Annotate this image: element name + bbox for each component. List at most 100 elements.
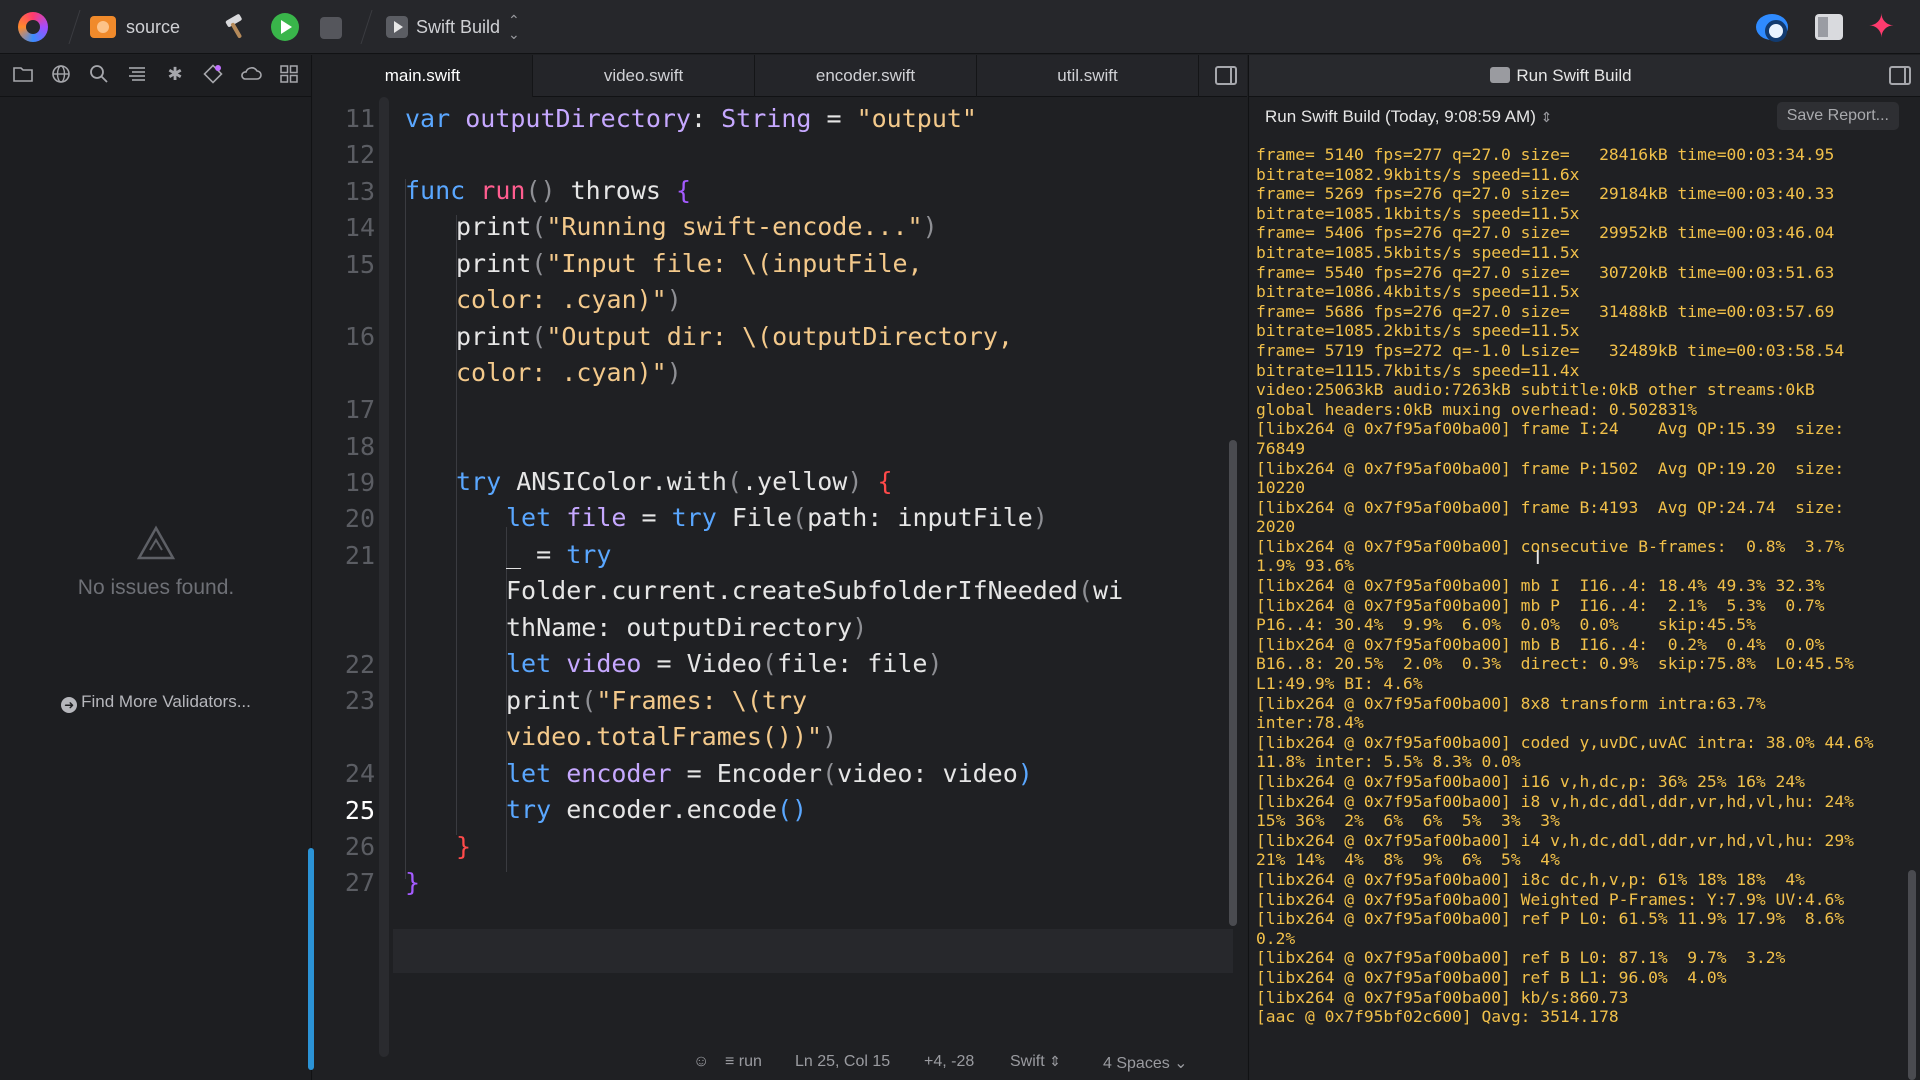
tab-main-swift[interactable]: main.swift — [313, 55, 533, 97]
console-line: bitrate=1085.2kbits/s speed=11.5x — [1256, 321, 1580, 341]
code-line-21: _ = try — [506, 540, 612, 569]
console-line: L1:49.9% BI: 4.6% — [1256, 674, 1423, 694]
sparkle-icon[interactable]: ✦ — [1868, 10, 1895, 42]
code-line-16-wrap: color: .cyan)") — [456, 358, 682, 387]
split-editor-icon[interactable] — [1215, 66, 1237, 85]
grid-icon[interactable] — [278, 63, 300, 85]
console-line: bitrate=1082.9kbits/s speed=11.6x — [1256, 164, 1580, 184]
cursor-position[interactable]: Ln 25, Col 15 — [795, 1053, 890, 1071]
empty-state: No issues found. — [0, 525, 312, 600]
project-name: source — [126, 16, 181, 37]
language-selector[interactable]: Swift ⇕ — [1010, 1053, 1061, 1071]
console-line: 1.9% 93.6% — [1256, 556, 1355, 576]
line-number-gutter: 11 12 13 14 15 16 17 18 19 20 21 22 23 24 25 26 27 — [308, 97, 375, 1080]
find-more-validators-link[interactable]: ➜ Find More Validators... — [0, 692, 312, 713]
toolbar: source Swift Build ⌃ ⌄ ✦ — [0, 0, 1920, 54]
line-number: 20 — [344, 504, 375, 534]
console-line: 21% 14% 4% 8% 9% 6% 5% 4% — [1256, 850, 1560, 870]
smiley-icon[interactable]: ☺ — [693, 1053, 709, 1071]
line-number: 19 — [344, 468, 375, 497]
layout-panel-icon[interactable] — [1815, 14, 1843, 40]
tab-video-swift[interactable]: video.swift — [533, 55, 755, 97]
tab-encoder-swift[interactable]: encoder.swift — [755, 55, 977, 97]
console-line: 0.2% — [1256, 928, 1296, 948]
console-line: [libx264 @ 0x7f95af00ba00] coded y,uvDC,… — [1256, 732, 1874, 752]
run-selector[interactable]: Run Swift Build (Today, 9:08:59 AM) ⇕ — [1265, 107, 1552, 127]
no-issues-message: No issues found. — [77, 576, 235, 599]
console-header: Run Swift Build (Today, 9:08:59 AM) ⇕ Sa… — [1249, 97, 1920, 137]
console-panel: Run Swift Build Run Swift Build (Today, … — [1248, 55, 1920, 1080]
toolbar-divider — [68, 10, 81, 44]
console-line: video:25063kB audio:7263kB subtitle:0kB … — [1256, 380, 1815, 400]
build-hammer-icon[interactable] — [220, 14, 250, 40]
cloud-icon[interactable] — [240, 63, 262, 85]
console-line: B16..8: 20.5% 2.0% 0.3% direct: 0.9% ski… — [1256, 654, 1854, 674]
code-area[interactable]: var outputDirectory: String = "output" f… — [405, 97, 1235, 1080]
code-line-21-wrap-b: thName: outputDirectory) — [506, 613, 868, 642]
console-line: 15% 36% 2% 6% 6% 5% 3% 3% — [1256, 811, 1560, 831]
console-line: [libx264 @ 0x7f95af00ba00] consecutive B… — [1256, 536, 1845, 556]
line-number: 17 — [344, 395, 375, 425]
console-line: [libx264 @ 0x7f95af00ba00] kb/s:860.73 — [1256, 987, 1629, 1007]
run-play-icon[interactable] — [271, 13, 299, 41]
editor-status-bar: ☺ ≡ run Ln 25, Col 15 +4, -28 Swift ⇕ 4 … — [313, 1043, 1247, 1080]
app-logo-icon — [18, 12, 48, 42]
console-tab[interactable]: Run Swift Build — [1249, 55, 1873, 97]
code-line-15-wrap: color: .cyan)") — [456, 285, 682, 314]
project-selector[interactable]: source — [90, 14, 180, 40]
console-line: frame= 5140 fps=277 q=27.0 size= 28416kB… — [1256, 145, 1835, 164]
split-panel-icon[interactable] — [1889, 66, 1911, 85]
line-number: 12 — [344, 140, 375, 170]
console-scrollbar[interactable] — [1908, 870, 1916, 1080]
console-line: [libx264 @ 0x7f95af00ba00] frame P:1502 … — [1256, 458, 1845, 478]
code-line-14: print("Running swift-encode...") — [456, 212, 938, 241]
issues-diamond-icon[interactable] — [202, 63, 224, 85]
target-selector[interactable]: Swift Build ⌃ ⌄ — [386, 12, 520, 42]
text-cursor-ibeam-icon: I — [1535, 547, 1541, 569]
code-line-26: } — [456, 832, 472, 861]
warning-triangle-icon — [136, 525, 176, 560]
editor-scrollbar[interactable] — [1229, 440, 1237, 926]
language-label: Swift — [1010, 1053, 1045, 1070]
console-line: [libx264 @ 0x7f95af00ba00] Weighted P-Fr… — [1256, 889, 1845, 909]
console-line: [aac @ 0x7f95bf02c600] Qavg: 3514.178 — [1256, 1007, 1619, 1027]
console-output[interactable]: frame= 5140 fps=277 q=27.0 size= 28416kB… — [1256, 145, 1906, 1027]
navigator-sidebar: ✱ No issues found. ➜ Find More Validators… — [0, 55, 312, 1080]
code-line-23-wrap: video.totalFrames())") — [506, 722, 838, 751]
change-summary[interactable]: +4, -28 — [924, 1053, 974, 1071]
target-name: Swift Build — [416, 16, 501, 37]
console-line: bitrate=1085.5kbits/s speed=11.5x — [1256, 242, 1580, 262]
chevron-updown-icon: ⌃ ⌄ — [508, 12, 520, 42]
code-fold-rail[interactable] — [379, 97, 389, 1057]
chevron-down-icon: ⌄ — [1174, 1055, 1188, 1072]
console-line: [libx264 @ 0x7f95af00ba00] i8c dc,h,v,p:… — [1256, 869, 1805, 889]
find-more-label: Find More Validators... — [81, 692, 251, 711]
scope-selector[interactable]: ≡ run — [725, 1053, 762, 1071]
console-line: [libx264 @ 0x7f95af00ba00] frame B:4193 … — [1256, 497, 1845, 517]
list-icon[interactable] — [126, 63, 148, 85]
console-line: frame= 5269 fps=276 q=27.0 size= 29184kB… — [1256, 184, 1835, 204]
save-report-button[interactable]: Save Report... — [1776, 102, 1899, 130]
tab-util-swift[interactable]: util.swift — [977, 55, 1199, 97]
indent-guide — [405, 179, 406, 879]
console-line: P16..4: 30.4% 9.9% 6.0% 0.0% 0.0% skip:4… — [1256, 615, 1756, 635]
console-line: frame= 5406 fps=276 q=27.0 size= 29952kB… — [1256, 223, 1835, 243]
navigator-tab-bar: ✱ — [12, 63, 300, 85]
preview-eye-icon[interactable] — [1756, 14, 1788, 42]
console-line: [libx264 @ 0x7f95af00ba00] ref B L1: 96.… — [1256, 967, 1727, 987]
line-number: 25 — [344, 795, 375, 825]
line-number: 14 — [344, 213, 375, 243]
code-line-22: let video = Video(file: file) — [506, 649, 943, 678]
asterisk-icon[interactable]: ✱ — [164, 63, 186, 85]
globe-icon[interactable] — [50, 63, 72, 85]
code-line-24: let encoder = Encoder(video: video) — [506, 759, 1033, 788]
console-line: bitrate=1115.7kbits/s speed=11.4x — [1256, 360, 1580, 380]
console-line: [libx264 @ 0x7f95af00ba00] i16 v,h,dc,p:… — [1256, 772, 1805, 791]
indent-selector[interactable]: 4 Spaces ⌄ — [1103, 1053, 1188, 1073]
run-label: Run Swift Build (Today, 9:08:59 AM) — [1265, 107, 1536, 126]
code-line-25: try encoder.encode() — [506, 795, 808, 824]
stop-icon[interactable] — [320, 17, 342, 39]
folder-icon[interactable] — [12, 63, 34, 85]
search-icon[interactable] — [88, 63, 110, 85]
code-line-13: func run() throws { — [405, 176, 692, 205]
